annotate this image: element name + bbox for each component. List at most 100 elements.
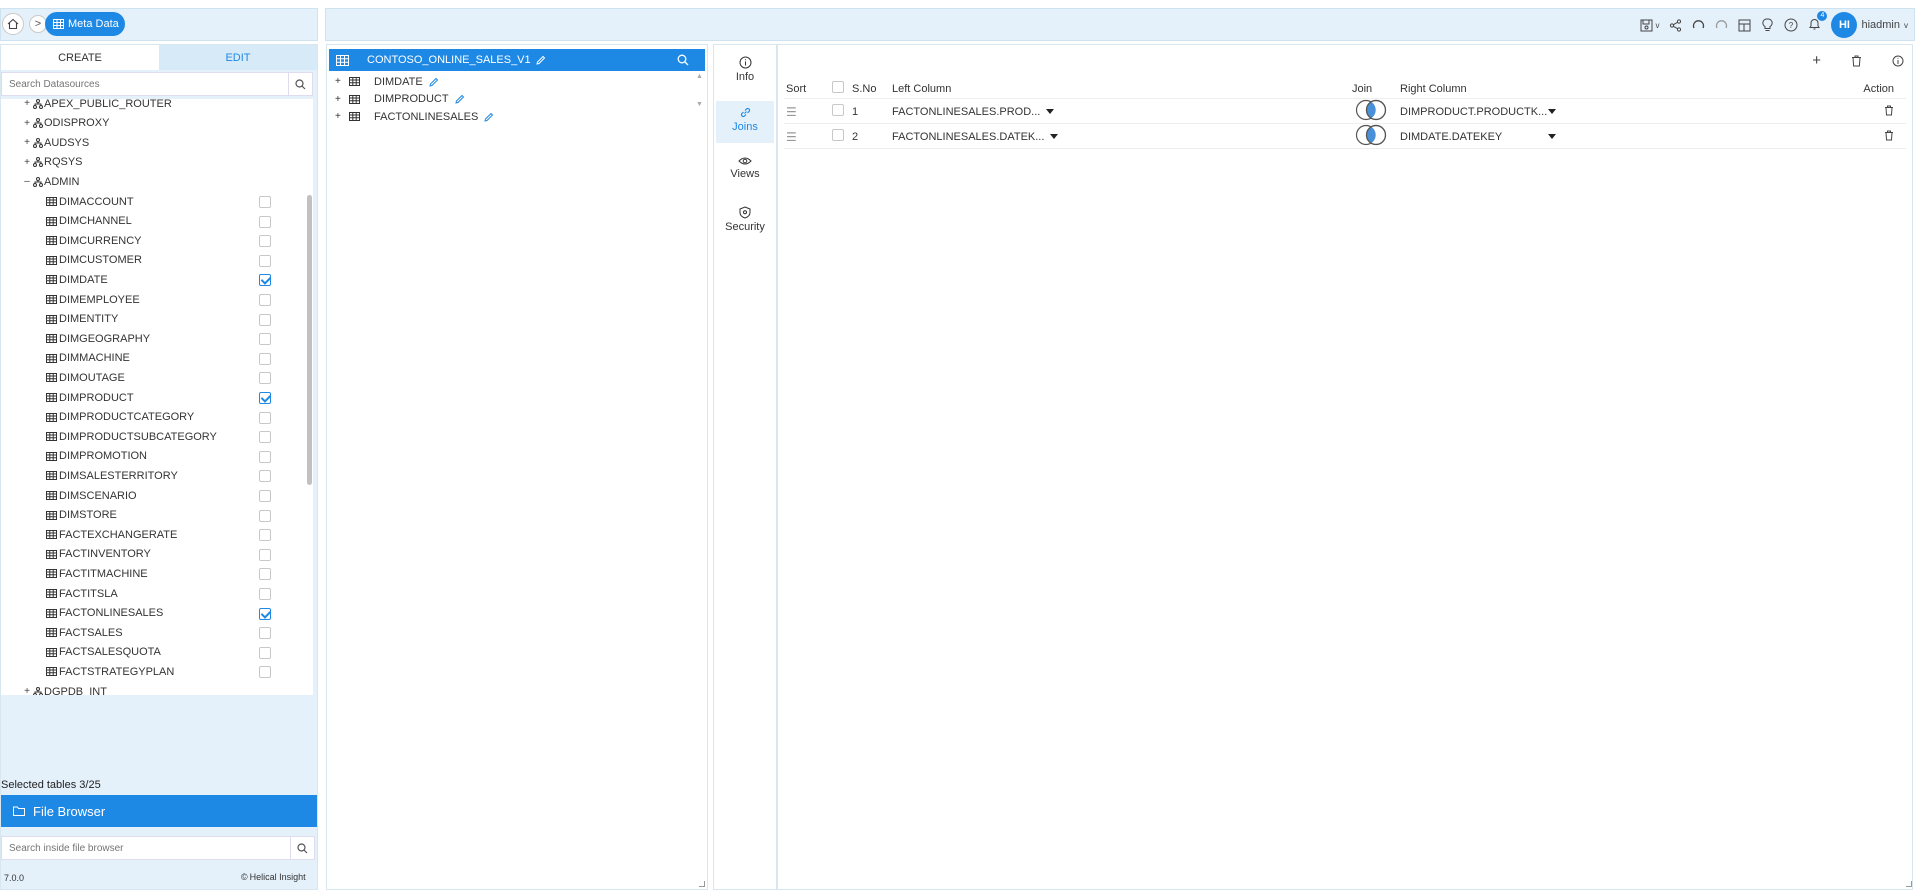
expand-toggle[interactable]: + — [335, 76, 343, 87]
save-menu-button[interactable]: v — [1640, 19, 1659, 32]
lightbulb-icon[interactable] — [1761, 18, 1774, 32]
search-button[interactable] — [288, 73, 312, 95]
delete-icon[interactable] — [1884, 130, 1894, 141]
tab-edit[interactable]: EDIT — [159, 45, 317, 70]
table-select-checkbox[interactable] — [259, 529, 271, 542]
edit-icon[interactable] — [484, 112, 494, 122]
delete-icon[interactable] — [1884, 105, 1894, 116]
metadata-table-item[interactable]: + FACTONLINESALES — [335, 108, 494, 125]
expand-toggle[interactable]: – — [21, 176, 33, 187]
table-select-checkbox[interactable] — [259, 666, 271, 679]
tree-scrollbar[interactable] — [307, 195, 312, 485]
metadata-table-item[interactable]: + DIMPRODUCT — [335, 91, 465, 108]
tree-table-node[interactable]: FACTITSLA — [46, 585, 118, 602]
select-all-checkbox[interactable] — [832, 81, 844, 93]
nav-info[interactable]: Info — [716, 51, 774, 93]
edit-icon[interactable] — [454, 94, 465, 104]
expand-toggle[interactable]: + — [335, 94, 343, 105]
tree-schema-node[interactable]: + APEX_PUBLIC_ROUTER — [21, 99, 172, 112]
nav-security[interactable]: Security — [716, 201, 774, 243]
table-select-checkbox[interactable] — [259, 313, 271, 326]
breadcrumb-metadata[interactable]: Meta Data — [45, 12, 125, 36]
expand-toggle[interactable]: + — [21, 118, 33, 129]
nav-joins[interactable]: Joins — [716, 101, 774, 143]
table-select-checkbox[interactable] — [259, 254, 271, 267]
tree-table-node[interactable]: DIMDATE — [46, 271, 108, 288]
left-column-select[interactable]: FACTONLINESALES.PROD... — [892, 106, 1352, 118]
metadata-header[interactable]: CONTOSO_ONLINE_SALES_V1 — [329, 49, 705, 71]
table-select-checkbox[interactable] — [259, 627, 271, 640]
tree-table-node[interactable]: FACTSALESQUOTA — [46, 644, 161, 661]
left-column-select[interactable]: FACTONLINESALES.DATEK... — [892, 131, 1352, 143]
tab-create[interactable]: CREATE — [1, 45, 159, 70]
table-select-checkbox[interactable] — [259, 215, 271, 228]
tree-table-node[interactable]: DIMMACHINE — [46, 350, 130, 367]
table-select-checkbox[interactable] — [259, 490, 271, 502]
expand-toggle[interactable]: + — [21, 99, 33, 109]
info-icon[interactable] — [1892, 55, 1904, 67]
file-browser-search-input[interactable] — [2, 837, 314, 859]
tree-table-node[interactable]: DIMCUSTOMER — [46, 252, 142, 269]
table-select-checkbox[interactable] — [259, 274, 271, 287]
tree-schema-node[interactable]: + AUDSYS — [21, 134, 89, 151]
tree-table-node[interactable]: DIMEMPLOYEE — [46, 291, 140, 308]
tree-schema-node[interactable]: + RQSYS — [21, 154, 82, 171]
right-column-select[interactable]: DIMPRODUCT.PRODUCTK... — [1400, 106, 1860, 118]
table-select-checkbox[interactable] — [259, 568, 271, 581]
undo-icon[interactable] — [1692, 19, 1705, 32]
table-select-checkbox[interactable] — [259, 352, 271, 365]
table-select-checkbox[interactable] — [259, 588, 271, 600]
delete-icon[interactable] — [1851, 55, 1862, 67]
metadata-table-item[interactable]: + DIMDATE — [335, 73, 439, 90]
table-select-checkbox[interactable] — [259, 411, 271, 424]
tree-table-node[interactable]: DIMSCENARIO — [46, 487, 137, 504]
tree-table-node[interactable]: DIMACCOUNT — [46, 193, 134, 210]
expand-toggle[interactable]: + — [21, 137, 33, 148]
add-join-button[interactable]: + — [1812, 52, 1821, 69]
tree-table-node[interactable]: DIMGEOGRAPHY — [46, 330, 150, 347]
tree-table-node[interactable]: FACTINVENTORY — [46, 546, 151, 563]
tree-table-node[interactable]: DIMOUTAGE — [46, 369, 125, 386]
tree-table-node[interactable]: DIMPRODUCTSUBCATEGORY — [46, 428, 217, 445]
inner-join-icon[interactable] — [1352, 124, 1390, 146]
user-menu[interactable]: HI hiadmin v — [1831, 12, 1908, 38]
tree-table-node[interactable]: FACTEXCHANGERATE — [46, 526, 177, 543]
edit-icon[interactable] — [535, 55, 546, 65]
resize-handle[interactable] — [699, 881, 705, 887]
table-select-checkbox[interactable] — [259, 235, 271, 248]
tree-table-node[interactable]: FACTSALES — [46, 624, 123, 641]
tree-table-node[interactable]: DIMCURRENCY — [46, 232, 142, 249]
drag-handle-icon[interactable]: ☰ — [786, 130, 797, 144]
drag-handle-icon[interactable]: ☰ — [786, 105, 797, 119]
tree-table-node[interactable]: FACTONLINESALES — [46, 605, 163, 622]
expand-toggle[interactable]: + — [21, 157, 33, 168]
table-select-checkbox[interactable] — [259, 392, 271, 404]
table-select-checkbox[interactable] — [259, 372, 271, 385]
list-scrollbar[interactable]: ▲ ▼ — [696, 73, 704, 123]
tree-schema-node[interactable]: – ADMIN — [21, 173, 79, 190]
file-browser-header[interactable]: File Browser — [1, 795, 317, 827]
tree-table-node[interactable]: DIMPROMOTION — [46, 448, 147, 465]
tree-table-node[interactable]: DIMSALESTERRITORY — [46, 467, 178, 484]
redo-icon[interactable] — [1715, 19, 1728, 32]
tree-table-node[interactable]: DIMENTITY — [46, 311, 118, 328]
tree-table-node[interactable]: DIMPRODUCTCATEGORY — [46, 409, 194, 426]
help-icon[interactable]: ? — [1784, 18, 1798, 32]
table-select-checkbox[interactable] — [259, 333, 271, 346]
table-select-checkbox[interactable] — [259, 196, 271, 208]
table-select-checkbox[interactable] — [259, 450, 271, 463]
home-button[interactable] — [2, 13, 24, 35]
right-column-select[interactable]: DIMDATE.DATEKEY — [1400, 131, 1860, 143]
expand-toggle[interactable]: + — [21, 686, 33, 695]
resize-handle[interactable] — [1906, 881, 1912, 887]
table-select-checkbox[interactable] — [259, 470, 271, 483]
table-select-checkbox[interactable] — [259, 548, 271, 561]
search-icon[interactable] — [677, 54, 689, 66]
table-select-checkbox[interactable] — [259, 294, 271, 306]
tree-table-node[interactable]: FACTSTRATEGYPLAN — [46, 663, 174, 680]
file-search-button[interactable] — [290, 837, 314, 859]
table-select-checkbox[interactable] — [259, 431, 271, 444]
row-checkbox[interactable] — [832, 129, 844, 141]
notifications-button[interactable]: 4 — [1808, 10, 1828, 34]
tree-table-node[interactable]: DIMSTORE — [46, 507, 117, 524]
